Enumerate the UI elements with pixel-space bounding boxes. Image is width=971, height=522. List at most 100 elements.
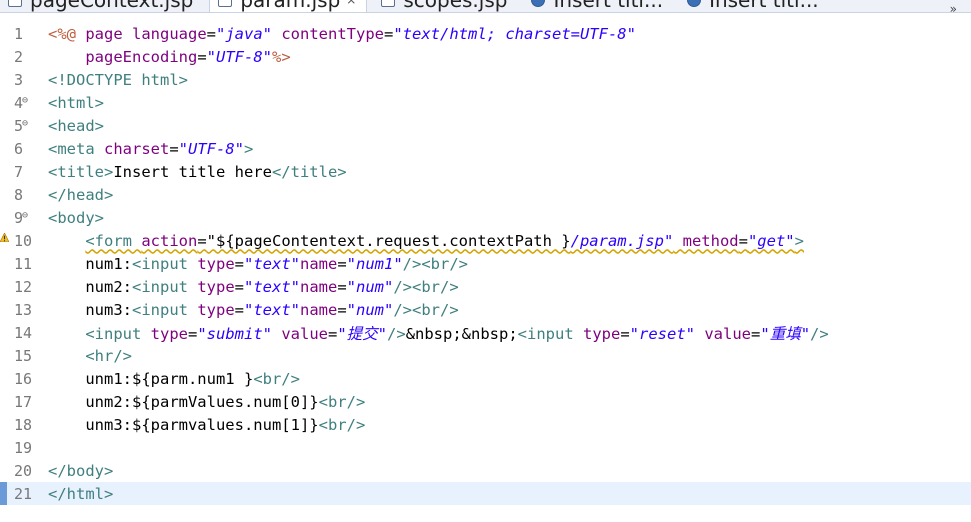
editor-tab-bar: pageContext.jsp param.jsp ⨯ scopes.jsp I… — [0, 0, 971, 13]
tag: /> — [393, 277, 413, 296]
code-line: 8 </head> — [0, 183, 971, 206]
line-number: 14 — [14, 323, 33, 342]
warning-icon[interactable] — [0, 233, 9, 242]
code-line: 18 unm3:${parmvalues.num[1]}<br/> — [0, 413, 971, 436]
tab-label: Insert titl... — [709, 0, 819, 12]
line-gutter: 6 — [0, 137, 44, 160]
eq: = — [169, 139, 179, 158]
code-editor[interactable]: 1 <%@ page language="java" contentType="… — [0, 22, 971, 522]
tag: </title> — [271, 162, 347, 181]
line-gutter: 9 ⊖ — [0, 206, 44, 229]
line-number: 19 — [14, 438, 33, 457]
line-code: </html> — [48, 485, 113, 503]
attr: name — [300, 254, 338, 273]
tag: <input — [132, 300, 198, 319]
line-code: <%@ page language="java" contentType="te… — [48, 25, 636, 43]
string: "text/html; charset=UTF-8" — [393, 24, 636, 43]
line-code: <input type="submit" value="提交"/>&nbsp;&… — [48, 322, 829, 344]
eq: = — [187, 324, 198, 343]
attr: language — [132, 24, 207, 43]
close-icon[interactable]: ⨯ — [346, 0, 356, 7]
string: "UTF-8" — [178, 139, 244, 158]
attr: type — [197, 254, 235, 273]
tag: <br/> — [318, 415, 366, 434]
code-line: 17 unm2:${parmValues.num[0]}<br/> — [0, 390, 971, 413]
line-gutter: 17 — [0, 390, 44, 413]
line-gutter: 18 — [0, 413, 44, 436]
entity: &nbsp;&nbsp; — [405, 324, 518, 343]
tag: <br/> — [412, 277, 459, 296]
attr: type — [197, 300, 235, 319]
string: "text" — [244, 277, 300, 296]
attr: pageEncoding — [85, 47, 198, 66]
tag: > — [244, 139, 254, 158]
string: /param.jsp" — [570, 231, 674, 250]
line-number: 12 — [14, 277, 33, 296]
tag: </html> — [48, 484, 114, 503]
tab-scopes-jsp[interactable]: scopes.jsp — [373, 0, 517, 12]
string: "num" — [346, 300, 394, 319]
jsp-file-icon — [218, 0, 233, 7]
line-gutter: 1 — [0, 22, 44, 45]
attr: charset — [104, 139, 170, 158]
eq: = — [738, 231, 748, 250]
tag: <input — [85, 324, 151, 343]
eq: = — [620, 324, 630, 343]
el-expression: unm3:${parmvalues.num[1]} — [48, 415, 319, 434]
line-number: 17 — [14, 392, 33, 411]
eq: = — [751, 324, 761, 343]
line-code: <!DOCTYPE html> — [48, 71, 188, 89]
attr: type — [150, 324, 188, 343]
line-number: 10 — [14, 231, 33, 250]
line-gutter: 16 — [0, 367, 44, 390]
code-token: page — [76, 24, 132, 43]
eq: = — [337, 300, 347, 319]
tag: <meta — [48, 139, 104, 158]
tab-pagecontext-jsp[interactable]: pageContext.jsp — [0, 0, 203, 12]
fold-collapse-icon[interactable]: ⊖ — [22, 95, 28, 106]
line-number: 7 — [14, 162, 24, 181]
attr: contentType — [281, 24, 384, 43]
text: num3: — [48, 300, 132, 319]
tab-browser-1[interactable]: Insert titl... — [523, 0, 673, 12]
string: "重填" — [760, 324, 811, 343]
line-code: num2:<input type="text"name="num"/><br/> — [48, 277, 459, 296]
tab-label: param.jsp — [240, 0, 341, 12]
string: "UTF-8" — [206, 47, 272, 66]
text: num1: — [48, 254, 132, 273]
string: "text" — [244, 300, 300, 319]
line-gutter: 21 — [0, 482, 44, 505]
tab-overflow-icon[interactable]: » — [950, 2, 957, 12]
line-number: 8 — [14, 185, 24, 204]
line-number: 13 — [14, 300, 33, 319]
el-expression: unm1:${parm.num1 } — [48, 369, 254, 388]
fold-collapse-icon[interactable]: ⊖ — [22, 210, 28, 221]
tag: /> — [387, 324, 406, 343]
tab-browser-2[interactable]: Insert titl... — [679, 0, 829, 12]
tab-param-jsp[interactable]: param.jsp ⨯ — [209, 0, 368, 12]
tag: <head> — [48, 116, 104, 135]
line-gutter: 19 — [0, 436, 44, 459]
line-code: <body> — [48, 209, 104, 227]
jsp-open: <%@ — [48, 24, 76, 43]
line-gutter: 3 — [0, 68, 44, 91]
tag: <input — [517, 324, 583, 343]
line-number: 6 — [14, 139, 24, 158]
tag: <br/> — [253, 369, 300, 388]
line-code: <html> — [48, 94, 104, 112]
el-expression: "${pageContentext.request.contextPath } — [206, 231, 571, 250]
fold-collapse-icon[interactable]: ⊖ — [22, 118, 28, 129]
attr: name — [300, 277, 338, 296]
attr: action — [141, 231, 198, 250]
el-expression: unm2:${parmValues.num[0]} — [48, 392, 319, 411]
tag: /> — [810, 324, 829, 343]
code-line: 19 — [0, 436, 971, 459]
tag: <body> — [48, 208, 104, 227]
tag: <input — [132, 277, 198, 296]
text: Insert title here — [113, 162, 272, 181]
line-gutter: 7 — [0, 160, 44, 183]
tag: /> — [402, 254, 422, 273]
line-gutter: 20 — [0, 459, 44, 482]
line-gutter: 12 — [0, 275, 44, 298]
